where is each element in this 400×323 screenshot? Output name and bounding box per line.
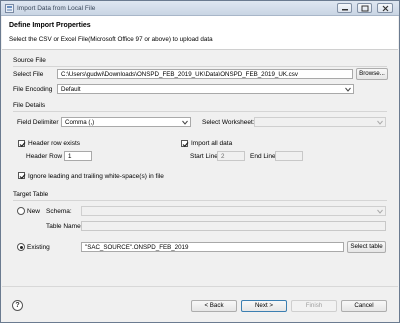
header-row-label: Header Row : — [26, 153, 66, 160]
radio-selected-dot — [19, 245, 23, 249]
cancel-button[interactable]: Cancel — [341, 300, 387, 312]
end-line-input[interactable] — [275, 151, 303, 161]
end-line-label: End Line — [250, 153, 276, 160]
finish-button[interactable]: Finish — [291, 300, 337, 312]
select-worksheet-label: Select Worksheet: — [202, 119, 255, 126]
help-icon[interactable]: ? — [12, 300, 23, 311]
checkmark-icon — [182, 142, 189, 148]
worksheet-select[interactable] — [254, 117, 386, 127]
existing-table-radio[interactable] — [17, 243, 25, 251]
table-name-label: Table Name: — [46, 223, 83, 230]
start-line-input[interactable]: 2 — [217, 151, 245, 161]
new-table-radio[interactable] — [17, 207, 25, 215]
chevron-down-icon — [182, 120, 188, 125]
import-all-data-label: Import all data — [191, 140, 233, 147]
new-table-label: New — [27, 208, 41, 215]
checkmark-icon — [19, 142, 26, 148]
select-table-button[interactable]: Select table — [347, 241, 386, 253]
page-title: Define Import Properties — [9, 22, 91, 29]
minimize-icon — [342, 9, 348, 11]
title-bar[interactable]: Import Data from Local File — [1, 1, 399, 16]
back-button[interactable]: < Back — [191, 300, 237, 312]
field-delimiter-label: Field Delimiter — [17, 119, 59, 126]
ignore-whitespace-checkbox[interactable] — [18, 172, 26, 180]
chevron-down-icon — [345, 87, 351, 92]
minimize-button[interactable] — [337, 3, 352, 13]
footer-divider — [2, 286, 398, 287]
field-delimiter-value: Comma (,) — [65, 119, 95, 126]
header-row-input[interactable]: 1 — [64, 151, 92, 161]
file-encoding-label: File Encoding — [13, 86, 53, 93]
target-table-group-label: Target Table — [13, 191, 49, 198]
table-name-input[interactable] — [81, 221, 386, 231]
select-file-label: Select File — [13, 71, 44, 78]
schema-select[interactable] — [81, 206, 386, 216]
close-button[interactable] — [377, 3, 393, 13]
existing-table-input[interactable]: "SAC_SOURCE".ONSPD_FEB_2019 — [81, 242, 344, 252]
schema-label: Schema: — [46, 208, 72, 215]
chevron-down-icon — [377, 209, 383, 214]
window-title: Import Data from Local File — [17, 4, 96, 12]
target-table-divider — [13, 200, 387, 201]
maximize-icon — [361, 5, 369, 12]
field-delimiter-select[interactable]: Comma (,) — [61, 117, 191, 127]
page-description: Select the CSV or Excel File(Microsoft O… — [9, 36, 213, 43]
start-line-label: Start Line — [190, 153, 218, 160]
app-icon — [5, 4, 14, 13]
close-icon — [382, 5, 389, 12]
header-row-exists-label: Header row exists — [28, 140, 81, 147]
file-encoding-select[interactable]: Default — [57, 84, 354, 94]
maximize-button[interactable] — [357, 3, 372, 13]
checkmark-icon — [19, 174, 26, 180]
file-encoding-value: Default — [61, 86, 81, 93]
ignore-whitespace-label: Ignore leading and trailing white-space(… — [28, 173, 164, 180]
source-file-divider — [13, 66, 387, 67]
file-details-group-label: File Details — [13, 102, 46, 109]
file-details-divider — [13, 111, 387, 112]
existing-table-label: Existing — [27, 244, 50, 251]
header-row-exists-checkbox[interactable] — [18, 140, 26, 148]
import-all-data-checkbox[interactable] — [181, 140, 189, 148]
wizard-header: Define Import Properties Select the CSV … — [2, 16, 398, 50]
file-path-input[interactable]: C:\Users\gudwi\Downloads\ONSPD_FEB_2019_… — [57, 69, 353, 79]
next-button[interactable]: Next > — [241, 300, 287, 312]
source-file-group-label: Source File — [13, 57, 46, 64]
chevron-down-icon — [377, 120, 383, 125]
browse-button[interactable]: Browse... — [356, 68, 388, 80]
import-dialog: Import Data from Local File Define Impor… — [0, 0, 400, 323]
